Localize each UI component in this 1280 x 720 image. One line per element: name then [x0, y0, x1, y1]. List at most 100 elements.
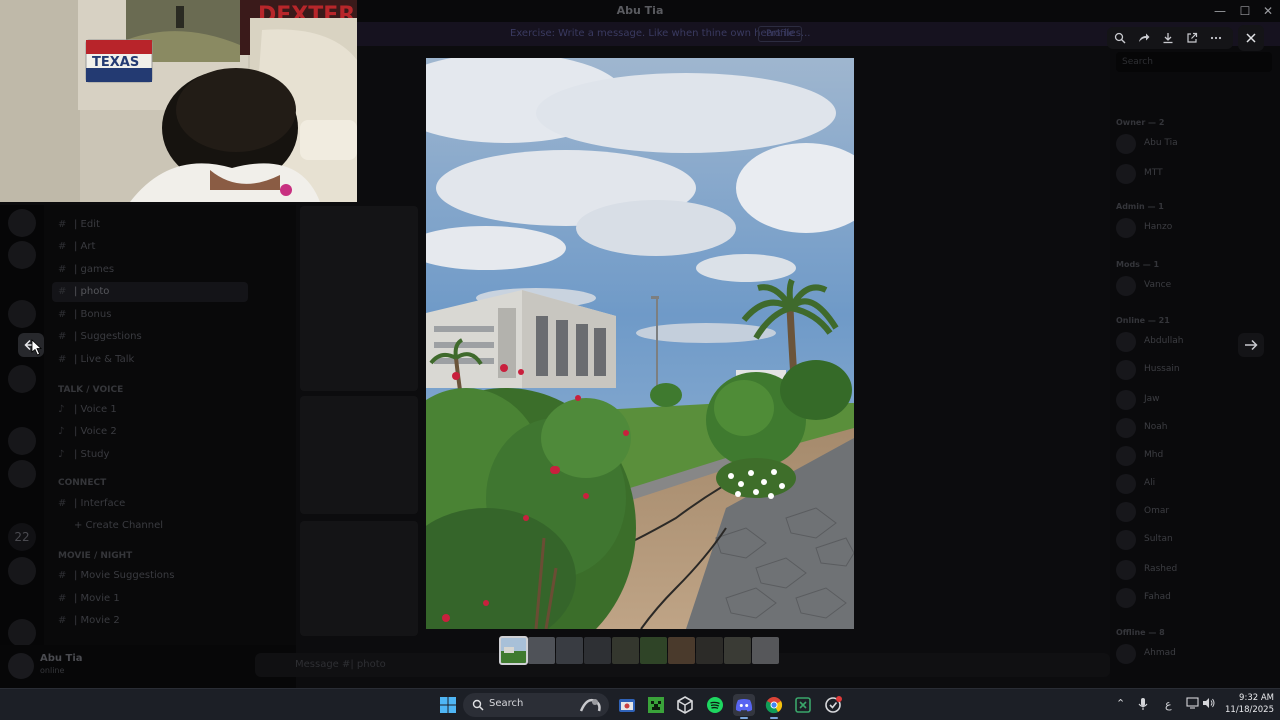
forward-icon[interactable] — [1132, 27, 1156, 49]
thumbnail-strip — [499, 636, 779, 665]
server-icon[interactable] — [8, 619, 36, 647]
thumbnail[interactable] — [528, 637, 555, 664]
active-app-indicator — [740, 717, 748, 719]
avatar — [1116, 446, 1136, 466]
sign-text: TEXAS — [92, 55, 139, 70]
download-icon[interactable] — [1156, 27, 1180, 49]
server-icon[interactable]: 22 — [8, 523, 36, 551]
user-name: Abu Tia — [40, 653, 83, 664]
lightbox-image[interactable] — [426, 58, 854, 629]
volume-icon[interactable] — [1202, 697, 1216, 712]
network-icon[interactable] — [1186, 697, 1200, 712]
member-item[interactable]: Omar — [1116, 500, 1276, 524]
thumbnail[interactable] — [612, 637, 639, 664]
channel-item[interactable]: # | Movie 1 — [58, 589, 120, 609]
channel-item[interactable]: # | Live & Talk — [58, 350, 134, 370]
search-label: Search — [489, 698, 524, 709]
media-icon[interactable] — [822, 694, 844, 716]
member-item[interactable]: Mhd — [1116, 444, 1276, 468]
thumbnail[interactable] — [668, 637, 695, 664]
search-highlight-icon — [579, 698, 601, 712]
thumbnail[interactable] — [584, 637, 611, 664]
minimize-icon[interactable]: — — [1208, 2, 1232, 20]
member-item[interactable]: Jaw — [1116, 388, 1276, 412]
chat-image[interactable] — [300, 396, 418, 514]
member-item[interactable]: MTT — [1116, 162, 1276, 186]
thumbnail[interactable] — [640, 637, 667, 664]
notice-button[interactable]: Profile — [758, 26, 802, 42]
avatar — [1116, 588, 1136, 608]
member-item[interactable]: Abu Tia — [1116, 132, 1276, 156]
thumbnail-selected[interactable] — [499, 636, 528, 665]
windows-start-icon[interactable] — [437, 694, 459, 716]
arrow-right-icon — [1245, 339, 1258, 351]
discord-icon[interactable] — [733, 694, 755, 716]
channel-category[interactable]: MOVIE / NIGHT — [58, 551, 132, 561]
channel-category[interactable]: TALK / VOICE — [58, 385, 123, 395]
taskbar-search[interactable]: Search — [463, 693, 609, 717]
thumbnail[interactable] — [696, 637, 723, 664]
member-group: Admin — 1 — [1116, 202, 1164, 211]
member-item[interactable]: Noah — [1116, 416, 1276, 440]
thumbnail[interactable] — [724, 637, 751, 664]
channel-item[interactable]: # | Interface — [58, 494, 125, 514]
chrome-icon[interactable] — [763, 694, 785, 716]
minecraft-icon[interactable] — [645, 694, 667, 716]
user-panel: Abu Tia online — [0, 645, 296, 688]
member-group: Offline — 8 — [1116, 628, 1165, 637]
window-close-icon[interactable]: ✕ — [1256, 2, 1280, 20]
microphone-icon[interactable] — [1138, 697, 1148, 714]
server-icon[interactable] — [8, 241, 36, 269]
taskbar-clock[interactable]: 9:32 AM 11/18/2025 — [1220, 692, 1274, 716]
channel-category[interactable]: CONNECT — [58, 478, 106, 488]
file-explorer-icon[interactable] — [616, 694, 638, 716]
member-item[interactable]: Fahad — [1116, 586, 1276, 610]
channel-item[interactable]: # | Movie 2 — [58, 611, 120, 631]
search-input[interactable]: Search — [1116, 52, 1272, 72]
channel-item[interactable]: # | Edit — [58, 215, 100, 235]
channel-item[interactable]: # | Art — [58, 237, 95, 257]
chat-image[interactable] — [300, 521, 418, 636]
close-icon[interactable] — [1238, 25, 1264, 51]
server-icon[interactable] — [8, 209, 36, 237]
member-item[interactable]: Ahmad — [1116, 642, 1276, 666]
voice-channel[interactable]: ♪ | Study — [58, 445, 109, 465]
channel-item[interactable]: # | Movie Suggestions — [58, 566, 174, 586]
server-icon[interactable] — [8, 365, 36, 393]
channel-item[interactable]: # | games — [58, 260, 114, 280]
server-icon[interactable] — [8, 300, 36, 328]
keyboard-language[interactable]: ع — [1165, 698, 1172, 711]
maximize-icon[interactable]: ☐ — [1233, 2, 1257, 20]
member-item[interactable]: Hussain — [1116, 358, 1276, 382]
open-external-icon[interactable] — [1180, 27, 1204, 49]
excel-icon[interactable] — [792, 694, 814, 716]
webcam-feed: DEXTER TEXAS — [0, 0, 357, 202]
create-channel[interactable]: + Create Channel — [58, 516, 163, 536]
channel-item[interactable]: # | Suggestions — [58, 327, 142, 347]
avatar[interactable] — [8, 653, 34, 679]
server-icon[interactable] — [8, 460, 36, 488]
thumbnail[interactable] — [752, 637, 779, 664]
active-app-indicator — [770, 717, 778, 719]
server-icon[interactable] — [8, 557, 36, 585]
chat-image[interactable] — [300, 206, 418, 391]
server-icon[interactable] — [8, 427, 36, 455]
channel-item-active[interactable]: # | photo — [52, 282, 248, 302]
member-item[interactable]: Rashed — [1116, 558, 1276, 582]
channel-item[interactable]: # | Bonus — [58, 305, 111, 325]
chevron-up-icon[interactable]: ⌃ — [1116, 697, 1125, 710]
zoom-icon[interactable] — [1108, 27, 1132, 49]
spotify-icon[interactable] — [704, 694, 726, 716]
next-image-button[interactable] — [1238, 333, 1264, 357]
voice-channel[interactable]: ♪ | Voice 1 — [58, 400, 117, 420]
member-item[interactable]: Ali — [1116, 472, 1276, 496]
member-item[interactable]: Vance — [1116, 274, 1276, 298]
thumbnail[interactable] — [556, 637, 583, 664]
avatar — [1116, 530, 1136, 550]
unity-icon[interactable] — [674, 694, 696, 716]
member-item[interactable]: Hanzo — [1116, 216, 1276, 240]
more-icon[interactable] — [1204, 27, 1228, 49]
voice-channel[interactable]: ♪ | Voice 2 — [58, 422, 117, 442]
member-item[interactable]: Sultan — [1116, 528, 1276, 552]
avatar — [1116, 418, 1136, 438]
